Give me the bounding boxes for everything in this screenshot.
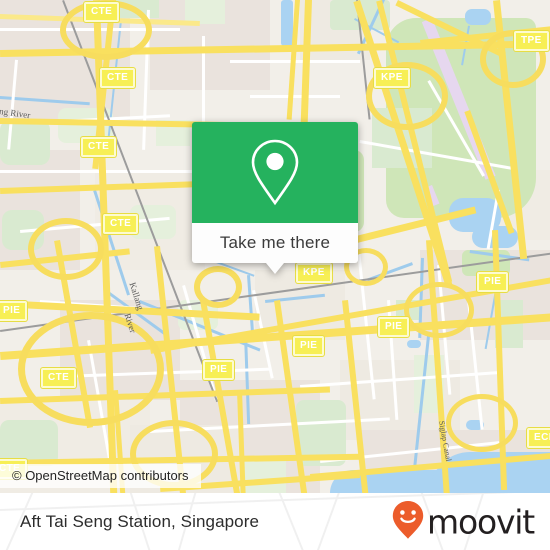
motorway-shield: PIE [293, 336, 325, 356]
motorway-shield: CTE [84, 2, 120, 22]
moovit-logo[interactable]: moovit [391, 499, 535, 544]
map-canvas[interactable]: ng River Kallang River Siglap Canal CTE … [0, 0, 550, 493]
motorway-shield: ECP [527, 428, 550, 448]
motorway-shield: PIE [0, 301, 28, 321]
footer-bar: Aft Tai Seng Station, Singapore moovit [0, 493, 550, 550]
take-me-there-label: Take me there [219, 233, 331, 252]
motorway-shield: TPE [514, 31, 549, 51]
motorway-shield: PIE [203, 360, 235, 380]
callout-tail-icon [266, 263, 284, 274]
motorway-shield: PIE [477, 272, 509, 292]
moovit-wordmark: moovit [427, 502, 535, 541]
osm-attribution[interactable]: © OpenStreetMap contributors [0, 464, 201, 488]
moovit-smiley-pin-icon [391, 499, 425, 544]
motorway-shield: CTE [103, 214, 139, 234]
motorway-shield: CTE [81, 137, 117, 157]
motorway-shield: KPE [374, 68, 410, 88]
motorway-shield: CTE [100, 68, 136, 88]
motorway-shield: PIE [378, 317, 410, 337]
callout-pin-panel [192, 122, 358, 223]
callout-action-bar[interactable]: Take me there [192, 223, 358, 274]
motorway-shield: CTE [41, 368, 77, 388]
location-pin-icon [246, 137, 304, 209]
screenshot-root: ng River Kallang River Siglap Canal CTE … [0, 0, 550, 550]
page-title: Aft Tai Seng Station, Singapore [20, 511, 260, 531]
take-me-there-callout[interactable]: Take me there [192, 122, 358, 274]
motorway-shield: KPE [296, 263, 332, 283]
